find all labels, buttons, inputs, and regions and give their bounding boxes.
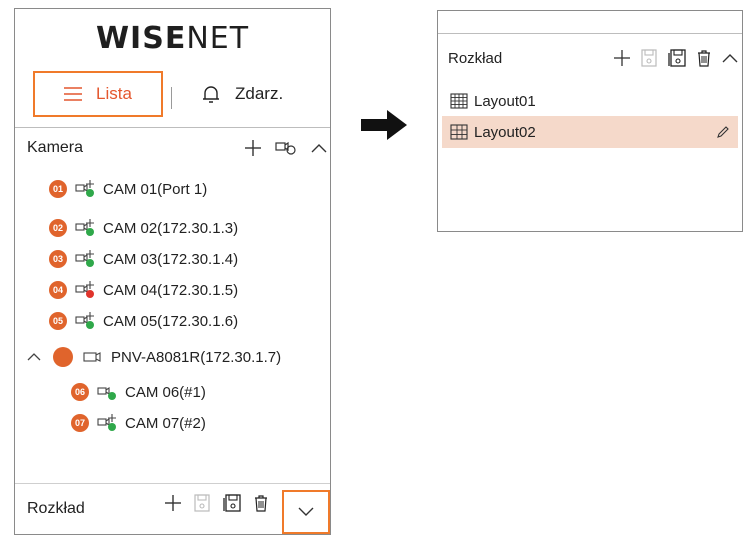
add-icon[interactable] — [245, 140, 261, 156]
chevron-up-icon[interactable] — [722, 53, 738, 63]
ptz-camera-icon — [75, 219, 94, 236]
camera-row[interactable]: 06 CAM 06(#1) — [71, 381, 206, 403]
camera-row[interactable]: 07 CAM 07(#2) — [71, 412, 206, 434]
camera-name: CAM 07(#2) — [125, 414, 206, 432]
layout-section-header: Rozkład — [448, 49, 738, 67]
list-icon — [64, 87, 83, 101]
edit-pencil-icon[interactable] — [716, 125, 730, 139]
camera-name: CAM 03(172.30.1.4) — [103, 250, 239, 268]
bell-icon — [203, 86, 219, 103]
save-as-icon[interactable] — [668, 49, 686, 67]
camera-number-badge: 02 — [49, 219, 67, 237]
camera-number-badge: 07 — [71, 414, 89, 432]
layout-name: Layout02 — [474, 123, 536, 141]
trash-icon[interactable] — [697, 49, 711, 67]
nvr-name: PNV-A8081R(172.30.1.7) — [111, 348, 282, 366]
layout-item-selected[interactable]: Layout02 — [442, 116, 738, 148]
grid-layout-icon — [450, 93, 468, 109]
chevron-down-icon — [298, 507, 314, 516]
camera-number-badge: 06 — [71, 383, 89, 401]
camera-row[interactable]: 02 CAM 02(172.30.1.3) — [49, 217, 238, 239]
camera-number-badge: 03 — [49, 250, 67, 268]
camera-icon — [97, 386, 116, 400]
camera-number-badge: 01 — [49, 180, 67, 198]
camera-row[interactable]: 01 CAM 01(Port 1) — [49, 178, 207, 200]
camera-number-badge: 04 — [49, 281, 67, 299]
save-icon[interactable] — [641, 49, 657, 67]
ptz-camera-icon — [97, 414, 116, 431]
camera-search-icon[interactable] — [275, 140, 297, 156]
chevron-up-icon[interactable] — [27, 352, 41, 362]
ptz-camera-icon — [75, 312, 94, 329]
camera-number-badge: 05 — [49, 312, 67, 330]
tab-zdarzenia[interactable]: Zdarz. — [195, 71, 331, 117]
camera-name: CAM 05(172.30.1.6) — [103, 312, 239, 330]
save-as-icon[interactable] — [223, 494, 241, 512]
trash-icon[interactable] — [254, 494, 268, 512]
camera-name: CAM 02(172.30.1.3) — [103, 219, 239, 237]
tab-lista-label: Lista — [96, 84, 132, 103]
camera-name: CAM 06(#1) — [125, 383, 206, 401]
nvr-status-dot — [53, 347, 73, 367]
nvr-row[interactable]: PNV-A8081R(172.30.1.7) — [27, 346, 281, 368]
chevron-up-icon[interactable] — [311, 143, 327, 153]
camera-section-header: Kamera — [27, 137, 327, 159]
ptz-camera-icon — [75, 250, 94, 267]
camera-row[interactable]: 05 CAM 05(172.30.1.6) — [49, 310, 238, 332]
nvr-camera-icon — [83, 352, 101, 362]
camera-name: CAM 04(172.30.1.5) — [103, 281, 239, 299]
camera-section-title: Kamera — [27, 139, 84, 156]
camera-row[interactable]: 04 CAM 04(172.30.1.5) — [49, 279, 238, 301]
add-icon[interactable] — [165, 495, 181, 511]
grid-layout-icon — [450, 124, 468, 140]
layout-section-title: Rozkład — [448, 49, 503, 67]
camera-list-panel: WISENET Lista Zdarz. Kamera 01 CAM 01(Po… — [14, 8, 331, 535]
ptz-camera-icon — [75, 180, 94, 197]
layout-panel: Rozkład Layout01 Layout02 — [437, 10, 743, 232]
tab-lista[interactable]: Lista — [33, 71, 163, 117]
camera-name: CAM 01(Port 1) — [103, 180, 208, 198]
panel-tabs: Lista Zdarz. — [15, 67, 330, 128]
add-icon[interactable] — [614, 50, 630, 66]
tab-zdarzenia-label: Zdarz. — [235, 84, 284, 103]
panel-top-divider — [438, 11, 742, 34]
tab-divider — [171, 87, 172, 109]
layout-section-header: Rozkład — [15, 483, 330, 534]
save-icon[interactable] — [194, 494, 210, 512]
wisenet-logo: WISENET — [95, 21, 250, 56]
layout-name: Layout01 — [474, 92, 536, 110]
right-arrow-icon — [361, 110, 407, 140]
layout-expand-button[interactable] — [282, 490, 330, 534]
camera-row[interactable]: 03 CAM 03(172.30.1.4) — [49, 248, 238, 270]
layout-item[interactable]: Layout01 — [442, 85, 738, 117]
layout-section-title: Rozkład — [27, 500, 85, 517]
ptz-camera-icon — [75, 281, 94, 298]
